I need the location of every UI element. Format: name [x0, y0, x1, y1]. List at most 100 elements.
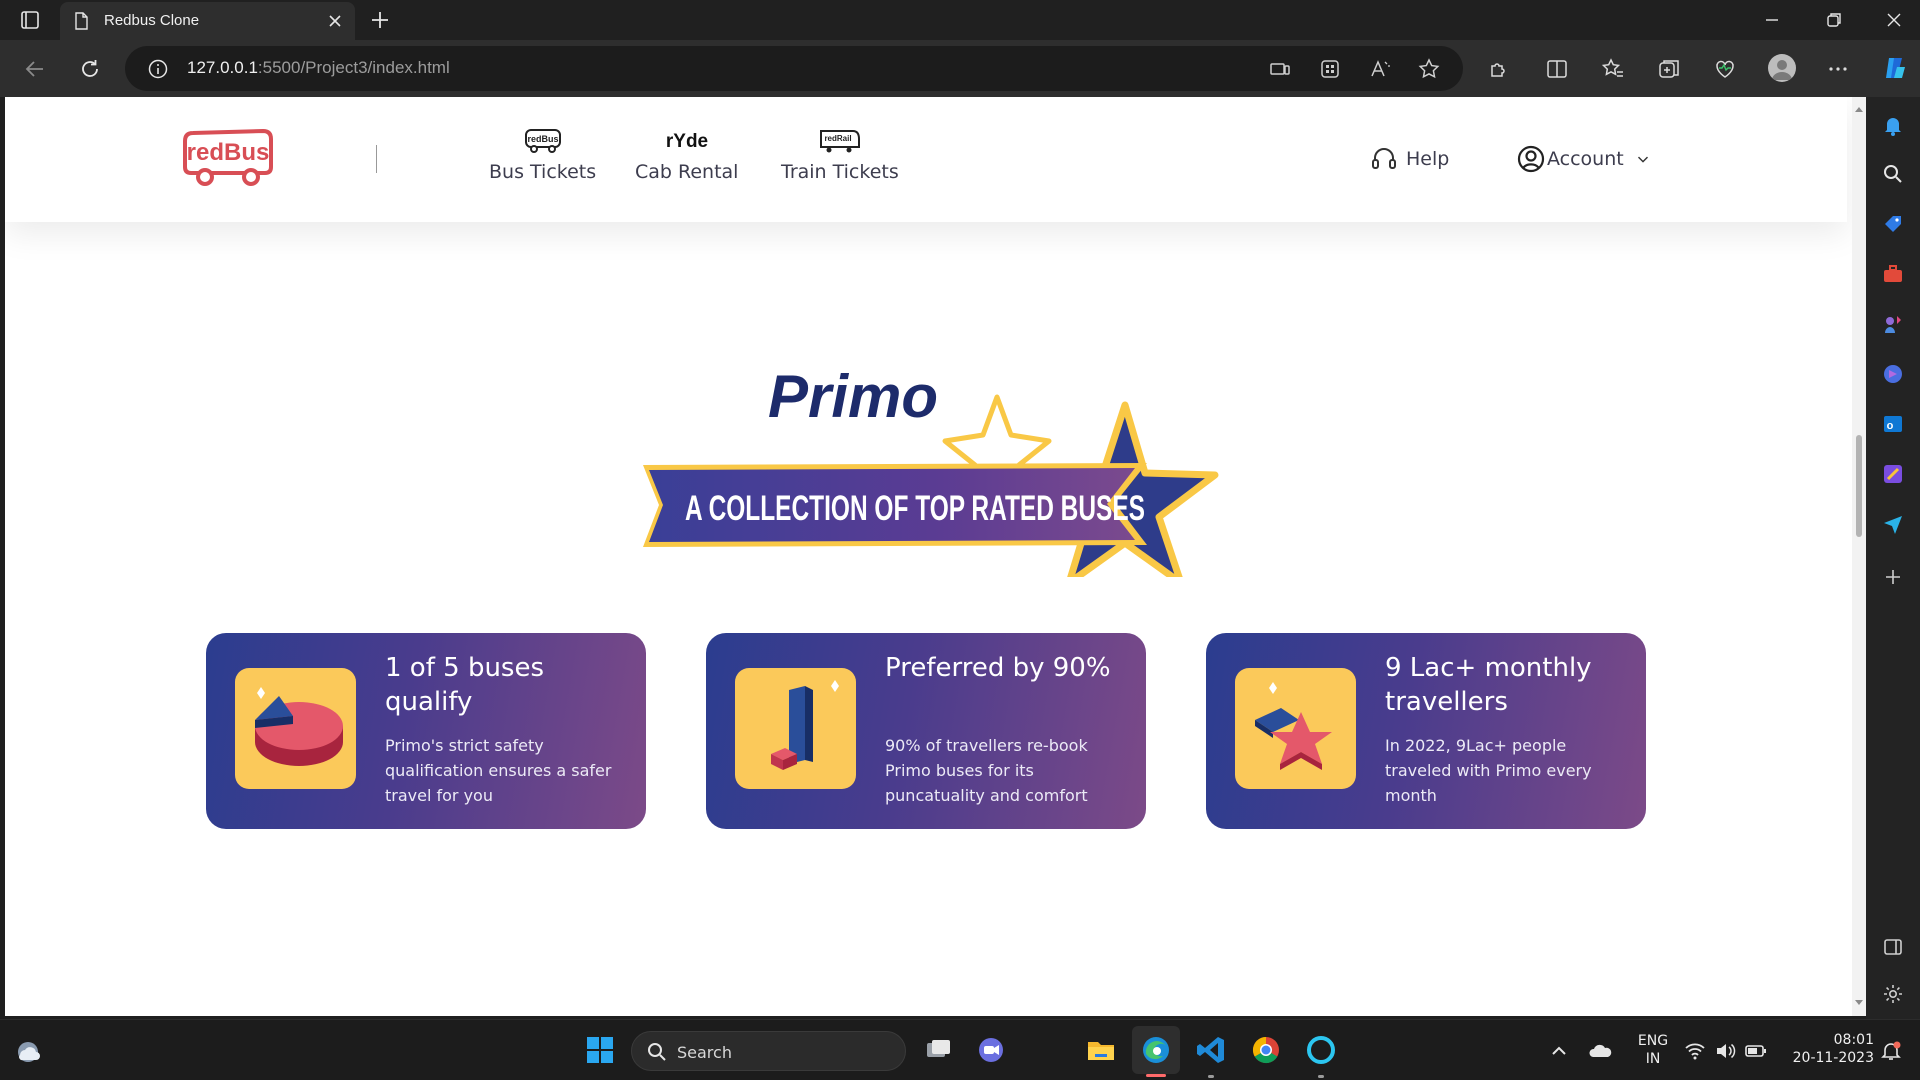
active-app-indicator: [1146, 1074, 1166, 1077]
notification-bell-icon[interactable]: [1881, 113, 1905, 137]
copilot-icon[interactable]: [1880, 53, 1910, 83]
user-circle-icon: [1517, 145, 1545, 173]
device-icon[interactable]: [1268, 57, 1292, 81]
edge-sidebar: o: [1866, 97, 1920, 1019]
help-link[interactable]: Help: [1370, 145, 1449, 173]
star-chart-icon: [1235, 668, 1356, 789]
card-description: In 2022, 9Lac+ people traveled with Prim…: [1385, 736, 1592, 805]
nav-label: Train Tickets: [781, 161, 899, 183]
card-title: 1 of 5 buses qualify: [385, 653, 545, 717]
send-icon[interactable]: [1881, 512, 1905, 536]
close-tab-icon[interactable]: [325, 11, 345, 31]
chrome-icon[interactable]: [1250, 1034, 1282, 1066]
page-viewport: redBus redBus Bus Tickets rYde Cab Renta…: [5, 97, 1852, 1016]
chevron-up-icon[interactable]: [1548, 1040, 1570, 1062]
language-indicator[interactable]: ENG IN: [1633, 1032, 1673, 1068]
add-icon[interactable]: [1881, 565, 1905, 589]
settings-gear-icon[interactable]: [1881, 982, 1905, 1006]
running-app-indicator: [1318, 1075, 1324, 1078]
svg-text:redRail: redRail: [824, 134, 851, 143]
card-description: 90% of travellers re-book Primo buses fo…: [885, 736, 1088, 805]
weather-icon[interactable]: [12, 1035, 44, 1067]
file-explorer-icon[interactable]: [1085, 1034, 1117, 1066]
headset-icon: [1372, 148, 1396, 169]
site-info-icon[interactable]: [147, 58, 169, 80]
page-scrollbar[interactable]: [1852, 97, 1866, 1016]
apps-icon[interactable]: [1318, 57, 1342, 81]
svg-text:rYde: rYde: [666, 131, 708, 152]
search-icon: [648, 1043, 666, 1061]
browser-tab-bar: Redbus Clone: [0, 0, 1920, 40]
browser-essentials-icon[interactable]: [1712, 56, 1738, 82]
site-header: redBus redBus Bus Tickets rYde Cab Renta…: [5, 97, 1847, 222]
onedrive-cloud-icon[interactable]: [1588, 1040, 1614, 1062]
split-screen-icon[interactable]: [1544, 56, 1570, 82]
card-description: Primo's strict safety qualification ensu…: [385, 736, 612, 805]
primo-emblem: Primo A COLLECTION OF TOP RATED BUSES: [643, 363, 1219, 577]
search-label: Search: [677, 1043, 732, 1062]
page-icon: [75, 12, 88, 30]
notification-bell-icon[interactable]: [1880, 1040, 1902, 1062]
battery-icon[interactable]: [1744, 1040, 1768, 1062]
logo-text: redBus: [187, 139, 270, 166]
card-title: 9 Lac+ monthly travellers: [1385, 653, 1592, 717]
refresh-icon[interactable]: [77, 56, 103, 82]
close-window-icon[interactable]: [1882, 8, 1906, 32]
primo-tagline: A COLLECTION OF TOP RATED BUSES: [685, 489, 1145, 528]
running-app-indicator: [1208, 1075, 1214, 1078]
url-text: 127.0.0.1:5500/Project3/index.html: [187, 58, 450, 77]
nav-train-tickets[interactable]: redRail Train Tickets: [781, 127, 899, 183]
minimize-icon[interactable]: [1760, 8, 1784, 32]
ryde-icon: rYde: [666, 131, 708, 152]
card-title: Preferred by 90%: [885, 653, 1111, 683]
profile-avatar[interactable]: [1768, 54, 1796, 82]
wifi-icon[interactable]: [1684, 1040, 1706, 1062]
browser-toolbar: 127.0.0.1:5500/Project3/index.html: [0, 40, 1920, 97]
alexa-icon[interactable]: [1305, 1034, 1337, 1066]
favorites-icon[interactable]: [1600, 56, 1626, 82]
help-label: Help: [1406, 148, 1450, 170]
edge-browser-icon[interactable]: [1140, 1034, 1172, 1066]
new-tab-icon[interactable]: [368, 8, 392, 32]
designer-icon[interactable]: [1881, 462, 1905, 486]
vscode-icon[interactable]: [1195, 1034, 1227, 1066]
restore-icon[interactable]: [1822, 8, 1846, 32]
svg-text:o: o: [1887, 420, 1894, 432]
chevron-down-icon: [1637, 156, 1648, 163]
address-bar[interactable]: 127.0.0.1:5500/Project3/index.html: [125, 46, 1463, 91]
redbus-logo[interactable]: redBus: [177, 127, 277, 189]
pie-chart-icon: [235, 668, 356, 789]
hide-sidebar-icon[interactable]: [1881, 935, 1905, 959]
scroll-up-icon[interactable]: [1854, 105, 1864, 115]
clock[interactable]: 08:01 20-11-2023: [1782, 1031, 1874, 1067]
feature-card: 1 of 5 buses qualify Primo's strict safe…: [206, 633, 646, 829]
volume-icon[interactable]: [1714, 1040, 1736, 1062]
nav-cab-rental[interactable]: rYde Cab Rental: [635, 127, 738, 183]
read-aloud-icon[interactable]: [1368, 57, 1392, 81]
scroll-thumb[interactable]: [1856, 435, 1862, 537]
microsoft-365-icon[interactable]: [1881, 362, 1905, 386]
extensions-icon[interactable]: [1486, 56, 1512, 82]
redrail-train-icon: redRail: [819, 130, 860, 153]
more-options-icon[interactable]: [1825, 56, 1851, 82]
account-menu[interactable]: Account: [1517, 145, 1652, 173]
nav-label: Cab Rental: [635, 161, 739, 183]
feature-card: Preferred by 90% 90% of travellers re-bo…: [706, 633, 1146, 829]
nav-bus-tickets[interactable]: redBus Bus Tickets: [489, 127, 596, 183]
scroll-down-icon[interactable]: [1854, 997, 1864, 1007]
teams-chat-icon[interactable]: [975, 1034, 1007, 1066]
search-icon[interactable]: [1881, 162, 1905, 186]
tab-actions-icon[interactable]: [14, 8, 46, 32]
shopping-tag-icon[interactable]: [1881, 212, 1905, 236]
windows-start-icon[interactable]: [584, 1034, 616, 1066]
svg-text:redBus: redBus: [527, 134, 558, 144]
browser-tab[interactable]: Redbus Clone: [60, 2, 355, 40]
outlook-icon[interactable]: o: [1881, 412, 1905, 436]
taskbar-search[interactable]: Search: [631, 1031, 906, 1071]
tools-briefcase-icon[interactable]: [1881, 262, 1905, 286]
favorite-star-icon[interactable]: [1417, 57, 1441, 81]
back-icon[interactable]: [22, 56, 48, 82]
task-view-icon[interactable]: [922, 1034, 954, 1066]
games-icon[interactable]: [1881, 312, 1905, 336]
collections-icon[interactable]: [1656, 56, 1682, 82]
